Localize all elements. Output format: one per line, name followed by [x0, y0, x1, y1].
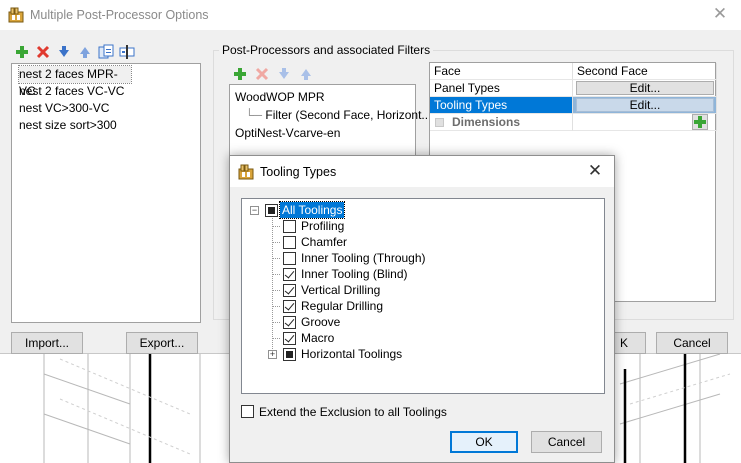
- post-processor-group-label: Post-Processors and associated Filters: [219, 43, 434, 57]
- horizontal-toolings-label: Horizontal Toolings: [301, 347, 403, 361]
- tree-node-woodwop[interactable]: WoodWOP MPR: [235, 88, 415, 106]
- grid-row-tooling-types[interactable]: Tooling Types Edit...: [430, 97, 717, 114]
- list-item[interactable]: nest 2 faces MPR-VC: [18, 65, 132, 98]
- rename-icon[interactable]: [119, 44, 135, 60]
- list-item[interactable]: nest size sort>300: [19, 117, 200, 134]
- grid-cell-name: Panel Types: [430, 80, 573, 97]
- tree-node-profiling[interactable]: Profiling: [242, 218, 542, 234]
- vertical-drilling-checkbox[interactable]: [283, 284, 296, 297]
- tree-node-inner-tooling-blind[interactable]: Inner Tooling (Blind): [242, 266, 542, 282]
- inner-tooling-blind-checkbox[interactable]: [283, 268, 296, 281]
- list-item[interactable]: nest VC>300-VC: [19, 100, 200, 117]
- expand-icon[interactable]: +: [268, 350, 277, 359]
- extend-exclusion-checkbox[interactable]: [241, 405, 254, 418]
- tree-node-macro[interactable]: Macro: [242, 330, 542, 346]
- extend-exclusion-label: Extend the Exclusion to all Toolings: [259, 405, 447, 419]
- macro-label: Macro: [301, 331, 335, 345]
- add-dimension-icon[interactable]: [692, 114, 708, 130]
- dialog-title: Tooling Types: [260, 165, 337, 179]
- groove-label: Groove: [301, 315, 341, 329]
- inner-tooling-blind-label: Inner Tooling (Blind): [301, 267, 408, 281]
- delete-icon[interactable]: [35, 44, 51, 60]
- tree-connector: └─: [245, 108, 263, 122]
- chamfer-checkbox[interactable]: [283, 236, 296, 249]
- tree-node-filter[interactable]: └─ Filter (Second Face, Horizont...: [235, 106, 431, 124]
- grid-cell-name: Tooling Types: [430, 97, 573, 114]
- tree-node-regular-drilling[interactable]: Regular Drilling: [242, 298, 542, 314]
- all-toolings-checkbox[interactable]: [265, 204, 278, 217]
- grid-cell-value: Edit...: [573, 80, 717, 97]
- tree-node-optinest[interactable]: OptiNest-Vcarve-en: [235, 124, 415, 142]
- post-processor-app-icon: [238, 164, 254, 180]
- grid-cell-value: [573, 114, 717, 131]
- move-up-icon[interactable]: [298, 66, 314, 82]
- window-titlebar: Multiple Post-Processor Options ✕: [0, 0, 741, 30]
- tooling-types-dialog: Tooling Types ✕ − All Toolings Profiling…: [229, 155, 615, 463]
- dialog-cancel-button[interactable]: Cancel: [531, 431, 602, 453]
- tooling-types-edit-button[interactable]: Edit...: [576, 98, 714, 112]
- move-down-icon[interactable]: [276, 66, 292, 82]
- grid-row-panel-types[interactable]: Panel Types Edit...: [430, 80, 717, 97]
- panel-types-edit-button[interactable]: Edit...: [576, 81, 714, 95]
- horizontal-toolings-checkbox[interactable]: [283, 348, 296, 361]
- collapse-icon[interactable]: −: [250, 206, 259, 215]
- vertical-drilling-label: Vertical Drilling: [301, 283, 381, 297]
- tree-node-chamfer[interactable]: Chamfer: [242, 234, 542, 250]
- export-button[interactable]: Export...: [126, 332, 198, 354]
- groove-checkbox[interactable]: [283, 316, 296, 329]
- tree-node-horizontal-toolings[interactable]: + Horizontal Toolings: [242, 346, 542, 362]
- copy-icon[interactable]: [98, 44, 114, 60]
- grid-header-face: Face: [430, 63, 573, 80]
- tree-node-all-toolings[interactable]: − All Toolings: [242, 201, 442, 219]
- chamfer-label: Chamfer: [301, 235, 348, 249]
- move-up-icon[interactable]: [77, 44, 93, 60]
- grid-cell-value: Edit...: [573, 97, 717, 114]
- grid-cell-name: Dimensions: [430, 114, 573, 131]
- delete-icon[interactable]: [254, 66, 270, 82]
- tree-node-inner-tooling-through[interactable]: Inner Tooling (Through): [242, 250, 542, 266]
- dialog-titlebar: Tooling Types ✕: [230, 156, 614, 187]
- regular-drilling-label: Regular Drilling: [301, 299, 384, 313]
- inner-tooling-through-checkbox[interactable]: [283, 252, 296, 265]
- regular-drilling-checkbox[interactable]: [283, 300, 296, 313]
- tooling-checkbox-tree[interactable]: − All Toolings Profiling Chamfer Inner T…: [241, 198, 605, 394]
- post-processor-toolbar: [232, 66, 314, 82]
- profiling-checkbox[interactable]: [283, 220, 296, 233]
- tree-node-filter-label: Filter (Second Face, Horizont...: [265, 108, 432, 122]
- tree-node-groove[interactable]: Groove: [242, 314, 542, 330]
- category-collapse-icon[interactable]: [435, 118, 444, 127]
- move-down-icon[interactable]: [56, 44, 72, 60]
- post-processor-app-icon: [8, 7, 24, 23]
- tree-node-vertical-drilling[interactable]: Vertical Drilling: [242, 282, 542, 298]
- grid-header-second-face: Second Face: [573, 63, 717, 80]
- all-toolings-label: All Toolings: [278, 201, 346, 219]
- add-icon[interactable]: [232, 66, 248, 82]
- import-button[interactable]: Import...: [11, 332, 83, 354]
- window-close-icon[interactable]: ✕: [711, 5, 729, 23]
- configuration-toolbar: [14, 44, 135, 60]
- cancel-button[interactable]: Cancel: [656, 332, 728, 354]
- add-icon[interactable]: [14, 44, 30, 60]
- list-item[interactable]: nest 2 faces VC-VC: [19, 83, 200, 100]
- inner-tooling-through-label: Inner Tooling (Through): [301, 251, 426, 265]
- window-title: Multiple Post-Processor Options: [30, 8, 209, 22]
- configuration-list[interactable]: nest 2 faces MPR-VC nest 2 faces VC-VC n…: [11, 63, 201, 323]
- dimensions-label: Dimensions: [452, 115, 521, 129]
- profiling-label: Profiling: [301, 219, 345, 233]
- grid-header-row: Face Second Face: [430, 63, 717, 80]
- macro-checkbox[interactable]: [283, 332, 296, 345]
- grid-row-dimensions[interactable]: Dimensions: [430, 114, 717, 131]
- dialog-close-icon[interactable]: ✕: [586, 162, 604, 180]
- dialog-ok-button[interactable]: OK: [450, 431, 518, 453]
